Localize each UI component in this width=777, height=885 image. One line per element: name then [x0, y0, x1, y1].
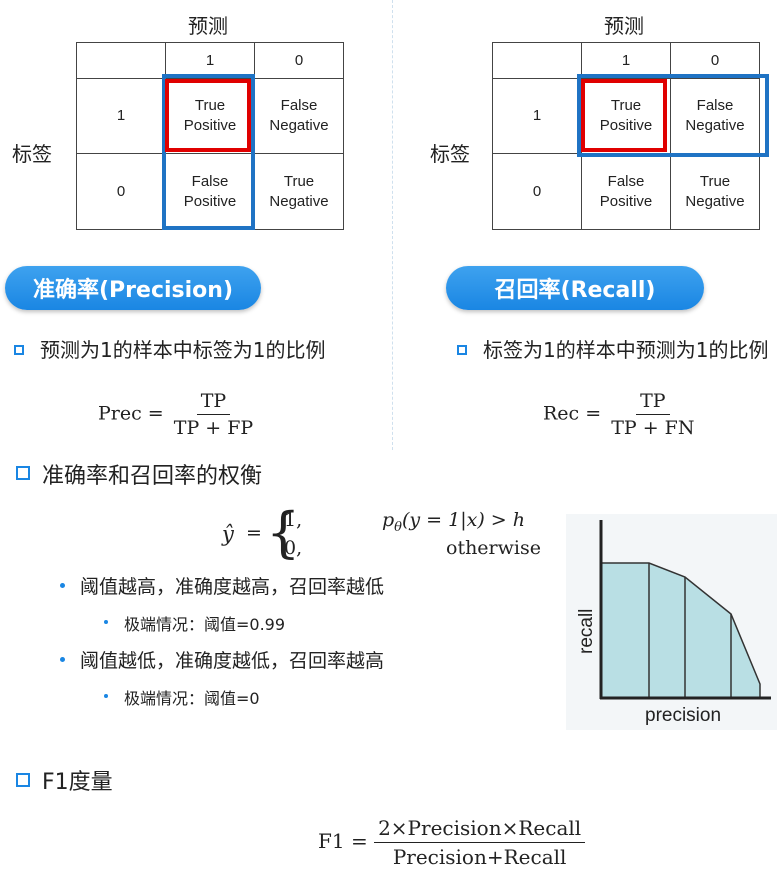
formula-numerator: TP — [636, 390, 670, 415]
right-matrix-title: 预测 — [604, 14, 644, 38]
formula-lhs: Prec = — [98, 402, 164, 425]
bullet-square-icon — [457, 345, 467, 355]
case2-condition: otherwise — [446, 537, 541, 559]
cell-false-positive: False Positive — [581, 153, 671, 230]
equals-sign: = — [246, 522, 262, 544]
formula-denominator: TP + FN — [611, 417, 695, 439]
bullet-text: 阈值越低，准确度越低，召回率越高 — [80, 650, 385, 672]
bullet-dot — [60, 583, 65, 588]
sub-bullet-text: 极端情况：阈值=0.99 — [124, 615, 286, 634]
row-header: 0 — [76, 153, 166, 230]
f1-formula: F1 = 2×Precision×Recall Precision+Recall — [318, 816, 586, 869]
bullet-dot — [60, 657, 65, 662]
precision-pill: 准确率(Precision) — [5, 266, 261, 310]
row-header: 1 — [76, 78, 166, 154]
bullet-square-icon — [16, 773, 30, 787]
sub-bullet-dot — [104, 694, 108, 698]
cell-false-negative: False Negative — [254, 78, 344, 154]
left-matrix-title: 预测 — [188, 14, 228, 38]
formula-lhs: Rec = — [543, 402, 602, 425]
precision-description: 预测为1的样本中标签为1的比例 — [40, 338, 326, 362]
formula-fraction: TP TP + FP — [170, 390, 257, 439]
cell-true-negative: True Negative — [254, 153, 344, 230]
formula-fraction: TP TP + FN — [607, 390, 698, 439]
y-axis-label: recall — [576, 609, 597, 654]
true-positive-highlight — [165, 79, 251, 152]
case1-condition: pθ(y = 1|x) > h — [382, 509, 525, 535]
formula-numerator: TP — [196, 390, 231, 415]
threshold-equation: ŷ = { 1, pθ(y = 1|x) > h 0, otherwise — [222, 501, 552, 566]
row-header: 0 — [492, 153, 582, 230]
recall-formula: Rec = TP TP + FN — [543, 390, 698, 439]
case1-value: 1, — [284, 509, 303, 531]
bullet-text: 阈值越高，准确度越高，召回率越低 — [80, 576, 385, 598]
recall-pill: 召回率(Recall) — [446, 266, 704, 310]
formula-numerator: 2×Precision×Recall — [374, 816, 586, 843]
tradeoff-heading: 准确率和召回率的权衡 — [42, 464, 263, 489]
f1-heading: F1度量 — [42, 770, 113, 795]
left-matrix-ylabel: 标签 — [12, 142, 52, 166]
row-header: 1 — [492, 78, 582, 154]
case2-value: 0, — [284, 537, 303, 559]
col-header: 0 — [254, 42, 344, 79]
cell-true-negative: True Negative — [670, 153, 760, 230]
pr-curve-figure: precision recall — [566, 514, 777, 730]
sub-bullet-dot — [104, 620, 108, 624]
bullet-square-icon — [14, 345, 24, 355]
y-hat-symbol: ŷ — [222, 522, 234, 546]
formula-denominator: Precision+Recall — [392, 845, 567, 869]
x-axis-label: precision — [645, 705, 721, 726]
section-divider — [392, 0, 393, 450]
formula-denominator: TP + FP — [173, 417, 254, 439]
formula-fraction: 2×Precision×Recall Precision+Recall — [374, 816, 586, 869]
precision-formula: Prec = TP TP + FP — [98, 390, 257, 439]
sub-bullet-text: 极端情况：阈值=0 — [124, 689, 260, 708]
recall-description: 标签为1的样本中预测为1的比例 — [483, 338, 769, 362]
right-matrix-ylabel: 标签 — [430, 142, 470, 166]
true-positive-highlight — [581, 79, 667, 152]
formula-lhs: F1 = — [318, 829, 368, 853]
corner-cell — [76, 42, 166, 79]
bullet-square-icon — [16, 466, 30, 480]
corner-cell — [492, 42, 582, 79]
